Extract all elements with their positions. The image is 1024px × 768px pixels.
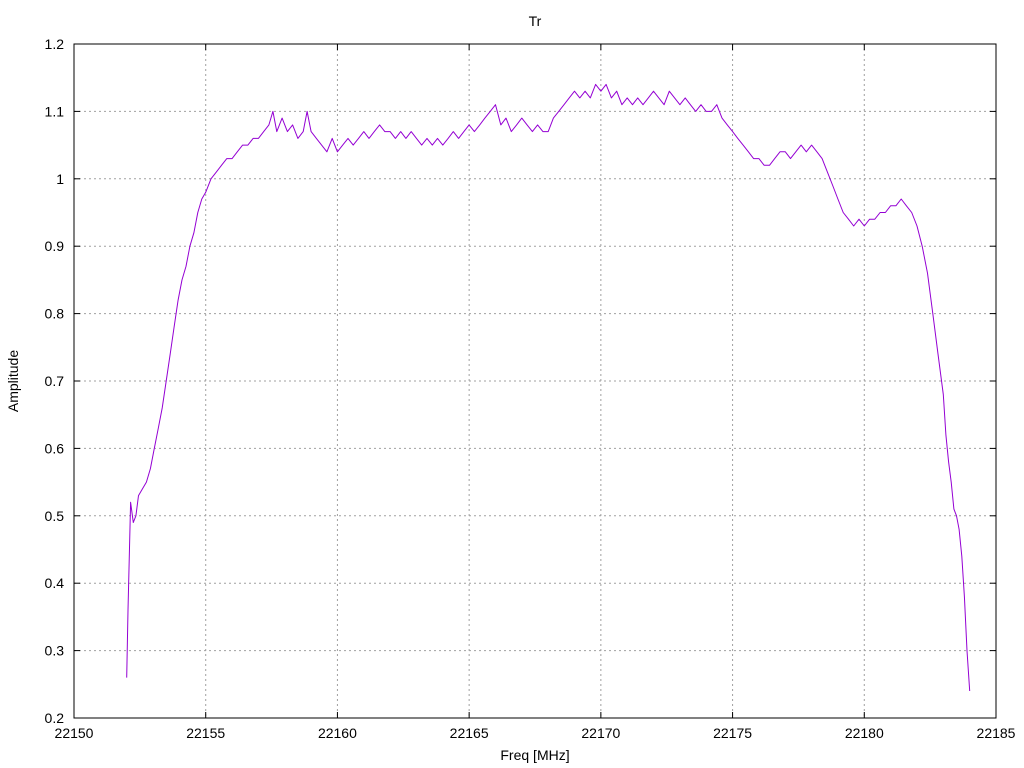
y-tick-labels: 0.2 0.3 0.4 0.5 0.6 0.7 0.8 0.9 1 1.1 1.2 xyxy=(45,36,65,726)
y-tick-label: 0.6 xyxy=(45,440,65,456)
x-tick-label: 22170 xyxy=(581,725,620,741)
y-tick-label: 0.7 xyxy=(45,373,65,389)
x-tick-label: 22175 xyxy=(713,725,752,741)
x-tick-label: 22185 xyxy=(977,725,1016,741)
grid-layer xyxy=(74,44,996,718)
y-tick-label: 0.8 xyxy=(45,306,65,322)
x-tick-label: 22180 xyxy=(845,725,884,741)
y-tick-label: 0.5 xyxy=(45,508,65,524)
series-layer xyxy=(126,83,971,692)
line-chart: 22150 22155 22160 22165 22170 22175 22180 22185… xyxy=(5,13,1016,763)
y-tick-label: 0.4 xyxy=(45,575,65,591)
x-tick-label: 22150 xyxy=(55,725,94,741)
y-tick-label: 0.3 xyxy=(45,643,65,659)
series-line xyxy=(126,83,971,692)
y-tick-label: 1.2 xyxy=(45,36,65,52)
x-tick-label: 22165 xyxy=(450,725,489,741)
x-axis-label: Freq [MHz] xyxy=(500,747,569,763)
y-tick-label: 1.1 xyxy=(45,103,65,119)
y-tick-label: 0.2 xyxy=(45,710,65,726)
y-tick-label: 1 xyxy=(56,171,64,187)
x-tick-label: 22155 xyxy=(186,725,225,741)
x-tick-labels: 22150 22155 22160 22165 22170 22175 22180 22185 xyxy=(55,725,1016,741)
chart-title: Tr xyxy=(529,13,542,29)
y-axis-label: Amplitude xyxy=(5,350,21,412)
x-tick-label: 22160 xyxy=(318,725,357,741)
y-tick-label: 0.9 xyxy=(45,238,65,254)
